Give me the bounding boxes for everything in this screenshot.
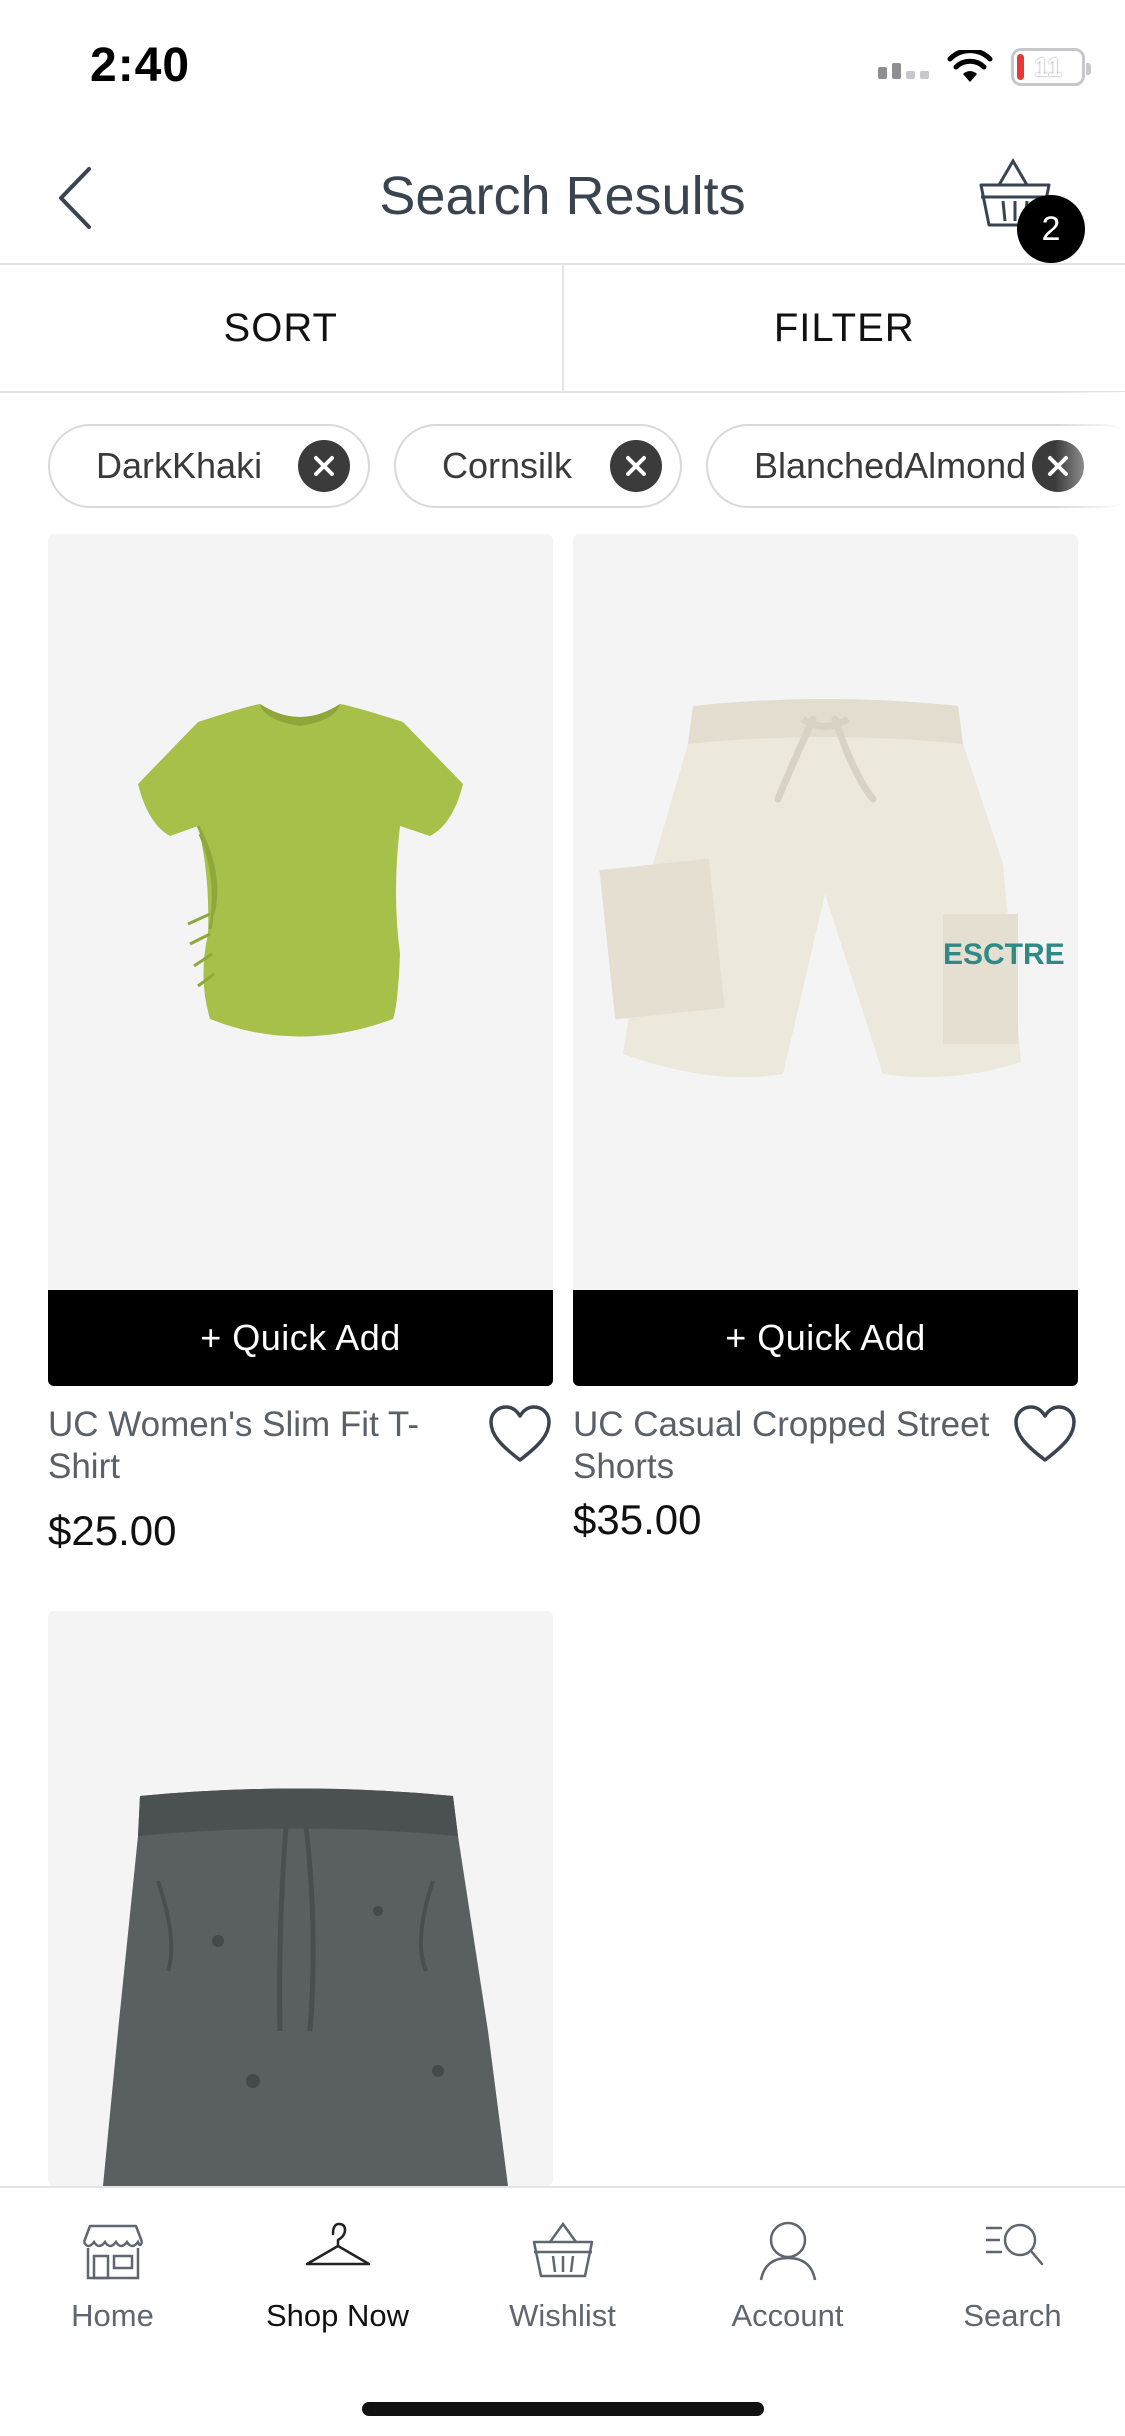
cream-shorts-image: ESCTRE xyxy=(599,699,1065,1078)
cellular-signal-icon xyxy=(878,55,929,79)
quick-add-button[interactable]: + Quick Add xyxy=(48,1290,553,1386)
status-icons: 11 xyxy=(878,48,1091,86)
tab-wishlist[interactable]: Wishlist xyxy=(450,2218,675,2348)
tab-label: Account xyxy=(731,2298,844,2333)
battery-percent: 11 xyxy=(1034,51,1062,82)
wishlist-button[interactable] xyxy=(1012,1404,1078,1466)
hanger-icon xyxy=(305,2222,370,2266)
tab-label: Search xyxy=(963,2298,1062,2333)
cart-button[interactable]: 2 xyxy=(975,155,1085,263)
tab-label: Wishlist xyxy=(509,2298,616,2333)
quick-add-button[interactable]: + Quick Add xyxy=(573,1290,1078,1386)
green-tshirt-image xyxy=(138,704,463,1037)
active-filter-chips: DarkKhaki Cornsilk BlanchedAlmond xyxy=(0,392,1125,534)
heart-icon xyxy=(1014,1405,1076,1462)
cart-count-badge: 2 xyxy=(1017,195,1085,263)
heart-icon xyxy=(489,1405,551,1462)
product-name[interactable]: UC Casual Cropped Street Shorts xyxy=(573,1404,993,1488)
product-card[interactable]: + Quick Add UC Women's Slim Fit T-Shirt … xyxy=(48,534,553,1574)
product-price: $35.00 xyxy=(573,1496,702,1543)
grey-shorts-image xyxy=(103,1788,508,2186)
sort-button[interactable]: SORT xyxy=(0,265,562,391)
status-bar: 2:40 11 xyxy=(0,0,1125,130)
product-card[interactable] xyxy=(48,1611,553,2186)
tab-label: Home xyxy=(71,2298,154,2333)
page-title: Search Results xyxy=(379,166,746,226)
product-image[interactable] xyxy=(48,534,553,1294)
close-icon xyxy=(626,456,646,476)
wishlist-button[interactable] xyxy=(487,1404,553,1466)
tab-shop-now[interactable]: Shop Now xyxy=(225,2218,450,2348)
product-card[interactable]: ESCTRE + Quick Add UC Casual Cropped Str… xyxy=(573,534,1078,1574)
remove-filter-button[interactable] xyxy=(298,440,350,492)
product-price: $25.00 xyxy=(48,1507,177,1554)
search-list-icon xyxy=(985,2223,1043,2266)
bottom-tab-bar: Home Shop Now Wishlist Account Search xyxy=(0,2186,1125,2436)
product-name[interactable]: UC Women's Slim Fit T-Shirt xyxy=(48,1404,468,1488)
nav-header: Search Results 2 xyxy=(0,130,1125,265)
product-image[interactable]: ESCTRE xyxy=(573,534,1078,1294)
filter-chip-label: BlanchedAlmond xyxy=(754,445,1027,486)
tab-home[interactable]: Home xyxy=(0,2218,225,2348)
product-image[interactable] xyxy=(48,1611,553,2186)
scroll-fade xyxy=(1055,392,1125,534)
tab-label: Shop Now xyxy=(265,2298,410,2333)
filter-chip[interactable]: Cornsilk xyxy=(394,424,682,508)
tab-search[interactable]: Search xyxy=(900,2218,1125,2348)
shorts-print-text: ESCTRE xyxy=(943,938,1065,971)
wifi-icon xyxy=(947,50,993,82)
sort-filter-bar: SORT FILTER xyxy=(0,265,1125,393)
storefront-icon xyxy=(82,2224,143,2280)
status-time: 2:40 xyxy=(90,39,191,92)
home-indicator xyxy=(362,2402,764,2416)
close-icon xyxy=(314,456,334,476)
filter-button[interactable]: FILTER xyxy=(564,265,1125,391)
filter-chip[interactable]: DarkKhaki xyxy=(48,424,370,508)
filter-chip-label: Cornsilk xyxy=(442,445,573,486)
person-icon xyxy=(759,2221,816,2281)
basket-icon xyxy=(532,2221,593,2278)
remove-filter-button[interactable] xyxy=(610,440,662,492)
filter-chip-label: DarkKhaki xyxy=(96,445,263,486)
tab-account[interactable]: Account xyxy=(675,2218,900,2348)
battery-icon: 11 xyxy=(1011,48,1091,86)
